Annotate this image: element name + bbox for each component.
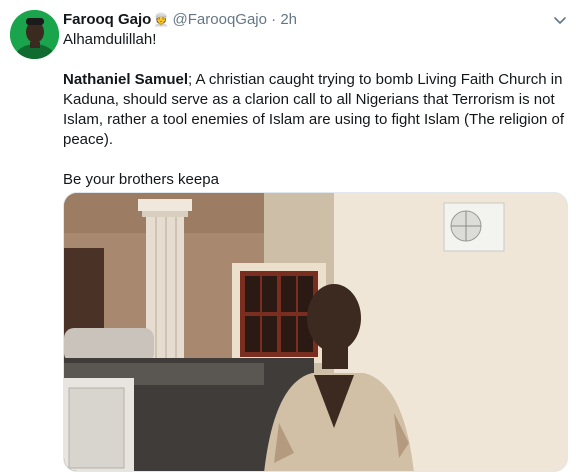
tweet-text: Alhamdulillah! Nathaniel Samuel; A chris… bbox=[63, 30, 568, 190]
photo-scene bbox=[64, 193, 567, 471]
avatar-image bbox=[10, 10, 59, 59]
author-handle[interactable]: @FarooqGajo bbox=[173, 11, 267, 28]
chevron-down-icon[interactable] bbox=[552, 12, 568, 28]
tweet-bold-name: Nathaniel Samuel bbox=[63, 71, 189, 88]
tweet-time[interactable]: 2h bbox=[280, 11, 297, 28]
author-emoji: 👳 bbox=[153, 12, 170, 27]
tweet-paragraph-3: Be your brothers keepa bbox=[63, 171, 219, 188]
tweet-paragraph-2: Nathaniel Samuel; A christian caught try… bbox=[63, 70, 568, 150]
meta-separator: · bbox=[271, 11, 277, 28]
tweet-photo[interactable] bbox=[63, 192, 568, 472]
tweet-paragraph-1: Alhamdulillah! bbox=[63, 31, 157, 48]
avatar[interactable] bbox=[10, 10, 59, 59]
tweet-header: Farooq Gajo 👳 @FarooqGajo · 2h bbox=[63, 10, 548, 30]
author-display-name[interactable]: Farooq Gajo bbox=[63, 11, 151, 28]
